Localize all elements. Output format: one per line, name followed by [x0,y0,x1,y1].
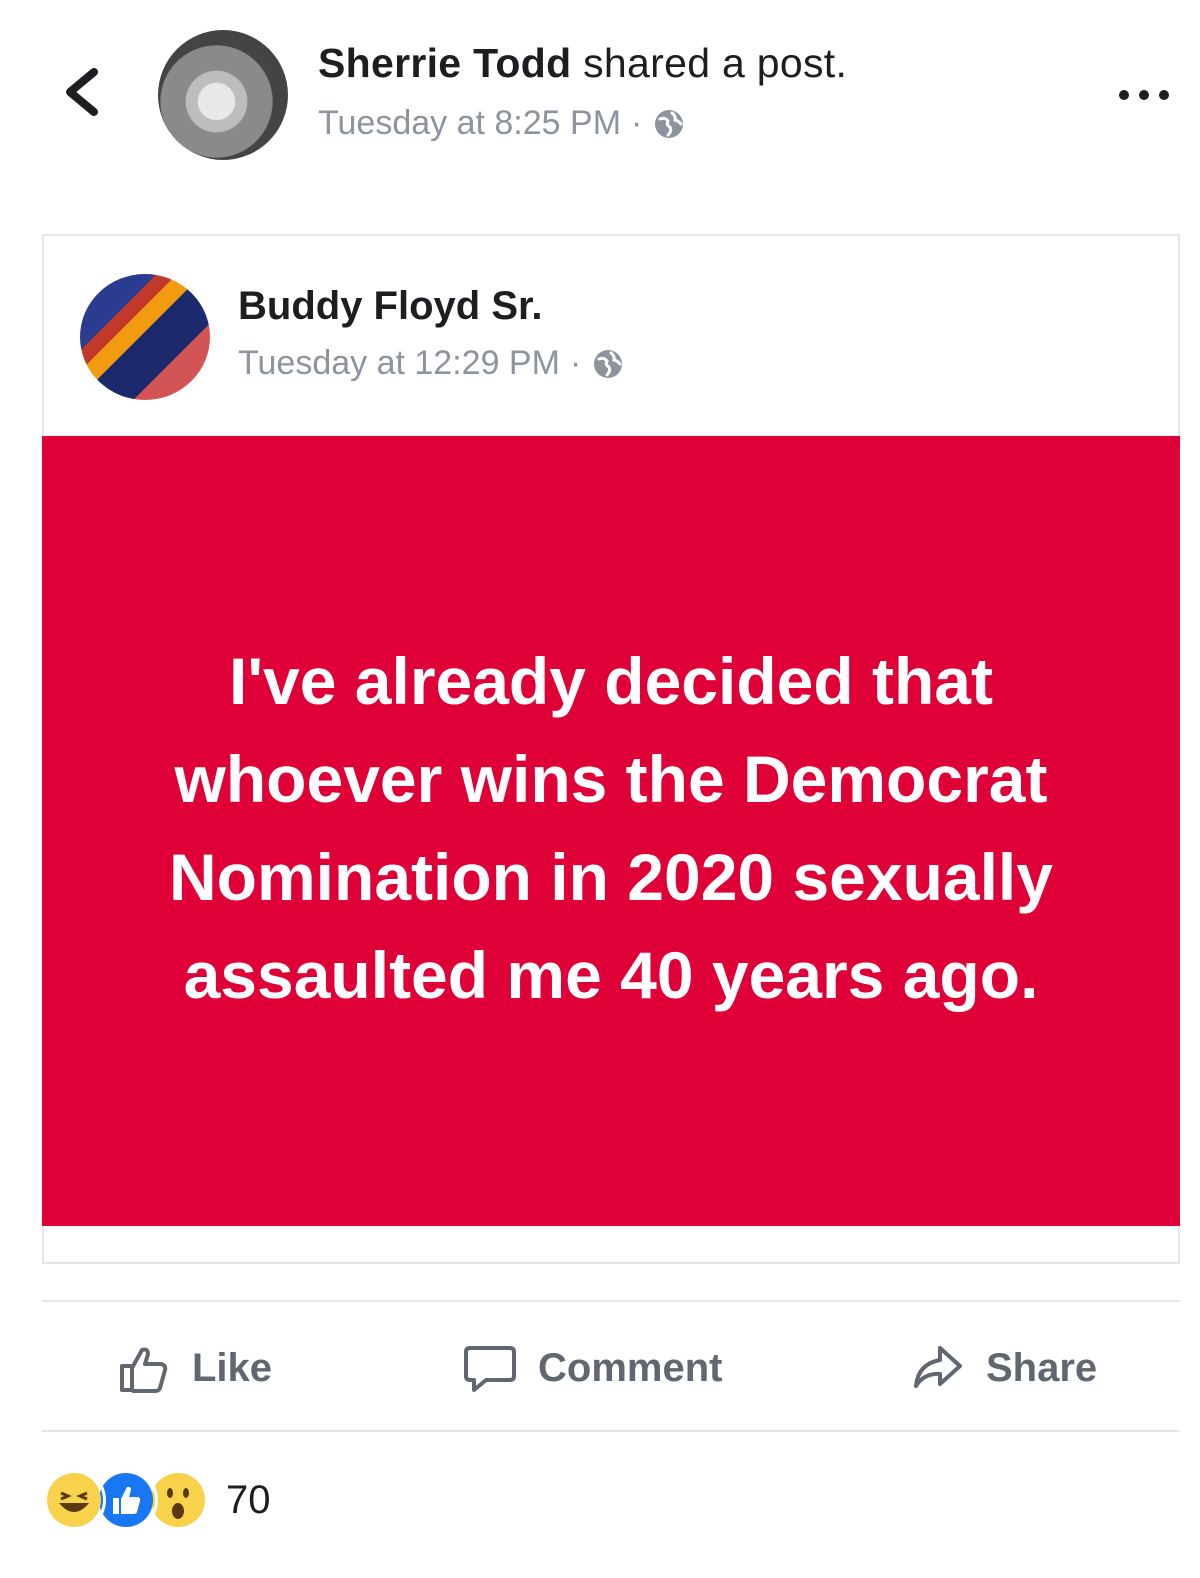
author-name[interactable]: Buddy Floyd Sr. [238,284,542,329]
post-header: Sherrie Todd shared a post. Tuesday at 8… [0,0,1200,180]
share-button[interactable]: Share [910,1336,1097,1400]
chevron-left-icon [66,68,98,116]
meta-separator: · [631,104,643,142]
reactions-summary[interactable]: 70 [42,1468,271,1532]
action-bar: Like Comment Share [0,1310,1200,1430]
sharer-meta: Tuesday at 8:25 PM · [318,104,686,143]
globe-icon [594,349,623,378]
meta-separator: · [569,344,582,382]
more-options-icon [1119,90,1169,100]
sharer-action: shared a post. [571,40,848,86]
comment-label: Comment [538,1345,723,1390]
thumbs-up-icon [120,1347,168,1393]
comment-icon [464,1346,516,1392]
back-button[interactable] [58,62,108,122]
author-meta: Tuesday at 12:29 PM · [238,344,625,383]
more-options-button[interactable] [1114,80,1174,110]
author-avatar[interactable] [80,274,210,400]
sharer-avatar[interactable] [158,30,288,160]
author-timestamp[interactable]: Tuesday at 12:29 PM [238,344,560,383]
reaction-count: 70 [226,1477,271,1522]
sharer-timestamp[interactable]: Tuesday at 8:25 PM [318,104,621,143]
sharer-line: Sherrie Todd shared a post. [318,40,847,87]
divider [42,1300,1180,1302]
haha-icon [42,1468,106,1532]
globe-icon [655,109,684,138]
share-label: Share [986,1345,1098,1390]
like-label: Like [192,1345,273,1390]
status-text: I've already decided that whoever wins t… [169,644,1053,1012]
share-arrow-icon [914,1346,962,1388]
divider [42,1430,1180,1432]
like-button[interactable]: Like [116,1336,272,1400]
sharer-name[interactable]: Sherrie Todd [318,40,571,86]
comment-button[interactable]: Comment [462,1336,722,1400]
status-background: I've already decided that whoever wins t… [42,436,1180,1226]
